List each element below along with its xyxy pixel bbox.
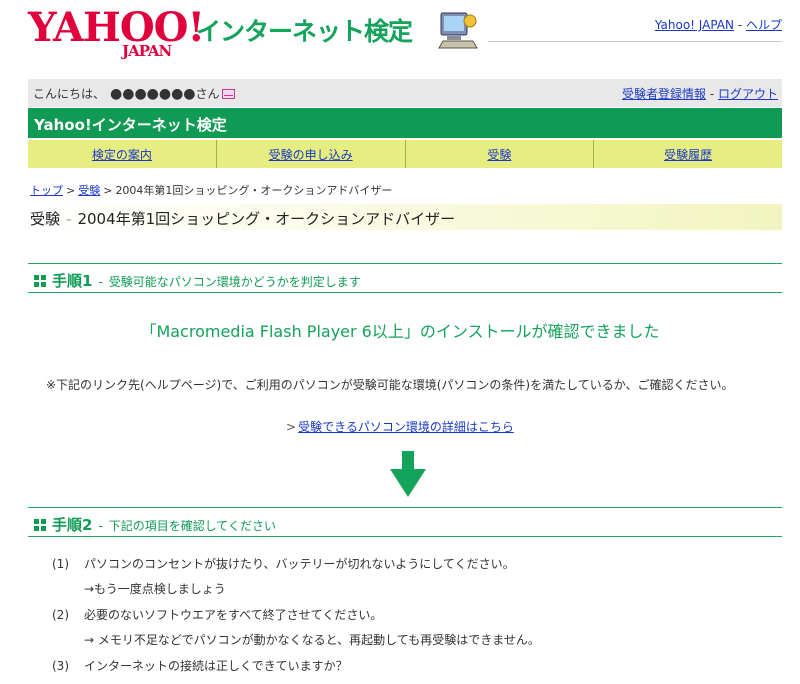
checklist-text: インターネットの接続は正しくできていますか？ <box>84 659 348 673</box>
greeting-text: こんにちは、 ●●●●●●● さん <box>33 85 235 102</box>
square-bullets-icon <box>34 275 46 287</box>
title-divider <box>488 41 782 42</box>
step1-title: 手順1 <box>52 272 93 290</box>
step1-header: 手順1 - 受験可能なパソコン環境かどうかを判定します <box>28 263 782 293</box>
checklist-item: (1) パソコンのコンセントが抜けたり、バッテリーが切れないようにしてください。 … <box>52 556 772 597</box>
breadcrumb-exam-link[interactable]: 受験 <box>78 184 100 197</box>
logout-link[interactable]: ログアウト <box>718 87 778 101</box>
yahoo-japan-link[interactable]: Yahoo! JAPAN <box>655 18 734 32</box>
step2-description: 下記の項目を確認してください <box>108 519 277 533</box>
logo-japan-text: JAPAN <box>122 42 172 60</box>
breadcrumb-separator: > <box>103 184 113 197</box>
checklist-number: (1) <box>52 557 69 571</box>
square-bullets-icon <box>34 519 46 531</box>
mail-icon[interactable] <box>221 88 235 99</box>
nav-link-history[interactable]: 受験履歴 <box>664 148 712 162</box>
checklist-item: (2) 必要のないソフトウエアをすべて終了させてください。 → メモリ不足などでパ… <box>52 607 772 648</box>
nav-link-apply[interactable]: 受験の申し込み <box>269 148 353 162</box>
step2-title: 手順2 <box>52 516 93 534</box>
page-header: YAHOO! JAPAN インターネット検定 Yahoo! JAPAN - ヘル… <box>0 0 800 68</box>
environment-note: ※下記のリンク先(ヘルプページ)で、ご利用のパソコンが受験可能な環境(パソコンの… <box>46 378 734 392</box>
breadcrumb-separator: > <box>66 184 76 197</box>
greeting-bar: こんにちは、 ●●●●●●● さん 受験者登録情報 - ログアウト <box>28 79 782 107</box>
step1-description: 受験可能なパソコン環境かどうかを判定します <box>108 275 361 289</box>
link-arrow: > <box>286 420 297 434</box>
checklist-text: 必要のないソフトウエアをすべて終了させてください。 <box>84 608 383 622</box>
nav-link-guide[interactable]: 検定の案内 <box>92 148 152 162</box>
page-heading-label: 受験 <box>30 210 61 228</box>
page-heading: 受験 -2004年第1回ショッピング・オークションアドバイザー <box>28 204 782 230</box>
step2-dash: - <box>98 519 103 533</box>
help-link[interactable]: ヘルプ <box>746 18 782 32</box>
checklist-subtext: →もう一度点検しましょう <box>84 582 226 596</box>
environment-link-row: > 受験できるパソコン環境の詳細はこちら <box>286 418 514 435</box>
site-title: インターネット検定 <box>196 17 413 46</box>
account-link-separator: - <box>709 87 715 101</box>
main-nav: 検定の案内 受験の申し込み 受験 受験履歴 <box>28 140 782 168</box>
nav-item-guide: 検定の案内 <box>28 140 217 168</box>
environment-details-link[interactable]: 受験できるパソコン環境の詳細はこちら <box>298 420 514 434</box>
checklist: (1) パソコンのコンセントが抜けたり、バッテリーが切れないようにしてください。 … <box>52 556 772 684</box>
masked-user-name: ●●●●●●● <box>110 85 196 102</box>
checklist-text: パソコンのコンセントが抜けたり、バッテリーが切れないようにしてください。 <box>84 557 515 571</box>
top-links: Yahoo! JAPAN - ヘルプ <box>655 16 782 33</box>
breadcrumb-top-link[interactable]: トップ <box>30 184 63 197</box>
nav-link-exam[interactable]: 受験 <box>487 148 511 162</box>
yahoo-japan-logo[interactable]: YAHOO! JAPAN <box>28 6 205 62</box>
step2-header: 手順2 - 下記の項目を確認してください <box>28 507 782 537</box>
top-link-separator: - <box>737 18 743 32</box>
checklist-number: (2) <box>52 608 69 622</box>
nav-item-history: 受験履歴 <box>594 140 782 168</box>
registration-info-link[interactable]: 受験者登録情報 <box>622 87 706 101</box>
greeting-prefix: こんにちは、 <box>33 87 106 101</box>
checklist-subtext: → メモリ不足などでパソコンが動かなくなると、再起動しても再受験はできません。 <box>84 633 540 647</box>
breadcrumb: トップ > 受験 >2004年第1回ショッピング・オークションアドバイザー <box>30 182 392 198</box>
down-arrow-icon <box>390 451 426 497</box>
checklist-number: (3) <box>52 659 69 673</box>
flash-confirm-message: 「Macromedia Flash Player 6以上」のインストールが確認で… <box>140 322 660 341</box>
step1-dash: - <box>98 275 103 289</box>
nav-item-exam: 受験 <box>406 140 595 168</box>
page-heading-title: 2004年第1回ショッピング・オークションアドバイザー <box>77 210 456 228</box>
logo-wordmark: YAHOO! <box>28 4 205 51</box>
breadcrumb-current: 2004年第1回ショッピング・オークションアドバイザー <box>115 184 393 197</box>
site-name-bar: Yahoo!インターネット検定 <box>28 108 782 138</box>
page-heading-dash: - <box>66 210 72 228</box>
account-links: 受験者登録情報 - ログアウト <box>622 85 778 102</box>
checklist-item: (3) インターネットの接続は正しくできていますか？ <box>52 658 772 674</box>
nav-item-apply: 受験の申し込み <box>217 140 406 168</box>
computer-icon <box>438 12 478 49</box>
greeting-suffix: さん <box>195 87 220 101</box>
